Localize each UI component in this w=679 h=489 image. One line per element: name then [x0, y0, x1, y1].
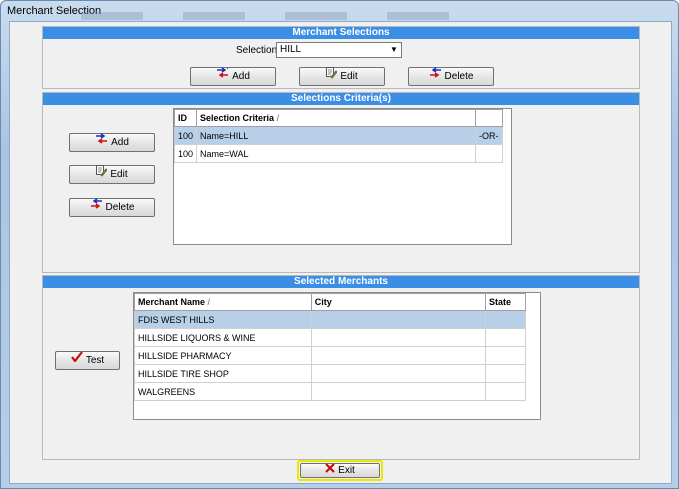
merchant-selections-group: Merchant Selections Selections HILL ▼ Ad… [42, 26, 640, 89]
selection-edit-button[interactable]: Edit [299, 66, 385, 86]
cell-city [310, 346, 487, 365]
delete-icon [429, 67, 442, 84]
column-selection-criteria-label: Selection Criteria [200, 113, 275, 123]
cell-city [310, 328, 487, 347]
table-row[interactable]: 100 Name=HILL -OR- [174, 126, 503, 145]
cell-city [310, 364, 487, 383]
cell-id: 100 [174, 144, 198, 163]
table-row[interactable]: HILLSIDE TIRE SHOP [134, 364, 526, 383]
title-bar[interactable]: Merchant Selection [1, 1, 678, 21]
cell-id: 100 [174, 126, 198, 145]
cell-merchant-name: FDIS WEST HILLS [134, 310, 312, 329]
background-tabs [81, 11, 679, 21]
table-row[interactable]: WALGREENS [134, 382, 526, 401]
cell-city [310, 382, 487, 401]
cell-criteria: Name=HILL [196, 126, 476, 145]
edit-icon [96, 164, 109, 183]
selection-delete-button[interactable]: Delete [408, 67, 494, 86]
table-row[interactable]: HILLSIDE PHARMACY [134, 346, 526, 365]
selection-add-label: Add [232, 71, 250, 82]
exit-button-focus-ring: Exit [297, 460, 383, 481]
criteria-add-button[interactable]: Add [69, 133, 155, 152]
selections-dropdown-value: HILL [280, 44, 302, 55]
cell-city [310, 310, 487, 329]
merchants-header-row: Merchant Name / City State [134, 293, 526, 311]
chevron-down-icon: ▼ [390, 45, 398, 54]
exit-button[interactable]: Exit [300, 462, 380, 478]
criteria-table: ID Selection Criteria / 100 Name=HILL -O… [174, 109, 503, 163]
column-state[interactable]: State [485, 293, 526, 311]
criteria-header-row: ID Selection Criteria / [174, 109, 503, 127]
selection-add-button[interactable]: Add [190, 67, 276, 86]
selections-dropdown[interactable]: HILL ▼ [276, 42, 402, 58]
column-merchant-name-label: Merchant Name [138, 297, 206, 307]
sort-indicator: / [276, 113, 280, 123]
merchant-selections-header: Merchant Selections [43, 27, 639, 39]
checkmark-icon [70, 351, 83, 368]
cell-merchant-name: WALGREENS [134, 382, 312, 401]
client-area: Merchant Selections Selections HILL ▼ Ad… [9, 21, 672, 484]
add-icon [216, 67, 229, 84]
cell-merchant-name: HILLSIDE PHARMACY [134, 346, 312, 365]
selection-edit-label: Edit [340, 71, 358, 82]
criteria-edit-label: Edit [110, 169, 128, 180]
cell-merchant-name: HILLSIDE TIRE SHOP [134, 364, 312, 383]
cell-criteria: Name=WAL [196, 144, 476, 163]
selected-merchants-group: Selected Merchants Test Merchant Name / … [42, 275, 640, 460]
cell-merchant-name: HILLSIDE LIQUORS & WINE [134, 328, 312, 347]
cell-state [485, 382, 526, 401]
criteria-add-label: Add [111, 137, 129, 148]
criteria-delete-label: Delete [105, 202, 135, 213]
close-icon [325, 462, 335, 477]
column-merchant-name[interactable]: Merchant Name / [134, 293, 312, 311]
merchants-grid[interactable]: Merchant Name / City State FDIS WEST HIL… [133, 292, 541, 420]
criteria-delete-button[interactable]: Delete [69, 198, 155, 217]
column-id[interactable]: ID [174, 109, 198, 127]
column-city[interactable]: City [310, 293, 487, 311]
test-button[interactable]: Test [55, 351, 120, 370]
test-label: Test [85, 355, 105, 366]
criteria-grid[interactable]: ID Selection Criteria / 100 Name=HILL -O… [173, 108, 512, 245]
column-selection-criteria[interactable]: Selection Criteria / [196, 109, 476, 127]
selected-merchants-header: Selected Merchants [43, 276, 639, 288]
delete-icon [90, 198, 103, 215]
cell-state [485, 346, 526, 365]
add-icon [95, 133, 108, 150]
selection-criteria-header: Selections Criteria(s) [43, 93, 639, 105]
main-window: Merchant Selection Merchant Selections S… [0, 0, 679, 489]
exit-label: Exit [338, 465, 355, 476]
selection-delete-label: Delete [444, 71, 474, 82]
cell-operator [475, 144, 503, 163]
cell-state [485, 310, 526, 329]
criteria-edit-button[interactable]: Edit [69, 164, 155, 184]
edit-icon [326, 66, 339, 85]
cell-state [485, 364, 526, 383]
table-row[interactable]: FDIS WEST HILLS [134, 310, 526, 329]
sort-indicator: / [207, 297, 211, 307]
merchants-table: Merchant Name / City State FDIS WEST HIL… [134, 293, 526, 401]
column-operator[interactable] [475, 109, 503, 127]
table-row[interactable]: 100 Name=WAL [174, 144, 503, 163]
selection-criteria-group: Selections Criteria(s) Add Edit Delete I… [42, 92, 640, 273]
table-row[interactable]: HILLSIDE LIQUORS & WINE [134, 328, 526, 347]
cell-operator: -OR- [475, 126, 503, 145]
cell-state [485, 328, 526, 347]
